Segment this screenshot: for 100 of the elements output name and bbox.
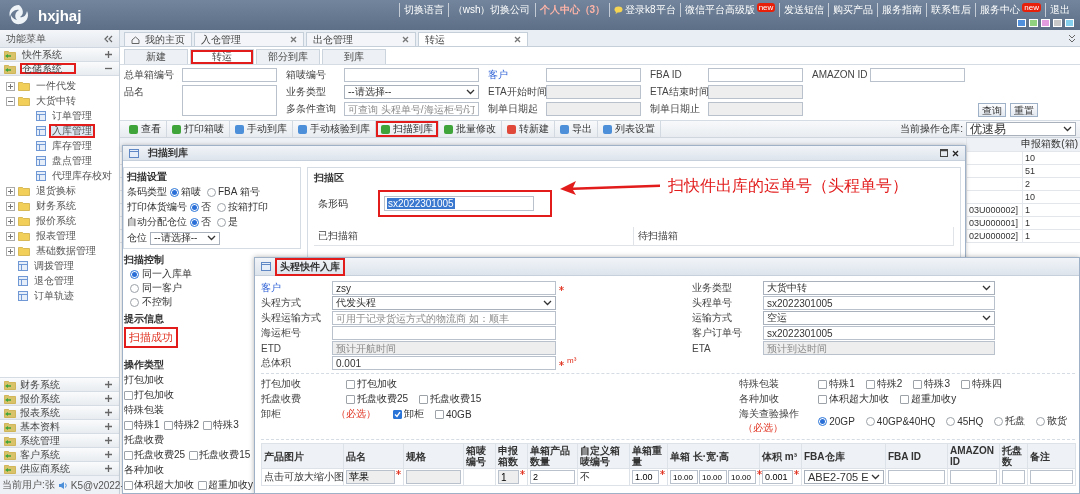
header-link[interactable]: 联系售后: [926, 3, 976, 17]
tree-item[interactable]: 调拨管理: [31, 259, 77, 273]
checkbox[interactable]: [435, 409, 444, 419]
text-area[interactable]: [182, 85, 277, 116]
sub-tab[interactable]: 新建: [124, 49, 188, 64]
header-link[interactable]: 微信平台高级版 new: [679, 3, 780, 17]
text-field[interactable]: [546, 68, 641, 82]
plus-icon[interactable]: [104, 422, 113, 431]
toolbar-button[interactable]: 导出: [555, 121, 598, 137]
toolbar-button[interactable]: 手动到库: [230, 121, 293, 137]
text-field[interactable]: 0.001: [762, 470, 793, 484]
text-field[interactable]: sx2022301005: [763, 296, 995, 310]
skin-swatch[interactable]: [1029, 19, 1038, 27]
radio-button[interactable]: [217, 202, 226, 212]
page-tab[interactable]: 我的主页: [124, 32, 192, 46]
skin-swatch[interactable]: [1017, 19, 1026, 27]
text-field[interactable]: 2: [530, 470, 575, 484]
date-field[interactable]: [546, 102, 641, 116]
tree-item[interactable]: 一件代发: [33, 79, 79, 93]
select-field[interactable]: 大货中转: [763, 281, 995, 295]
menu-section[interactable]: 供应商系统: [0, 462, 119, 476]
radio-button[interactable]: [207, 187, 216, 197]
skin-swatch[interactable]: [1041, 19, 1050, 27]
page-tab[interactable]: 转运: [418, 32, 528, 46]
sub-tab[interactable]: 到库: [322, 49, 386, 64]
plus-icon[interactable]: [104, 450, 113, 459]
tree-item[interactable]: 基础数据管理: [33, 244, 99, 258]
select-field[interactable]: --请选择--: [150, 231, 220, 245]
expand-icon[interactable]: [6, 231, 15, 241]
plus-icon[interactable]: [104, 436, 113, 445]
text-field[interactable]: 10.00: [670, 470, 698, 484]
checkbox[interactable]: [393, 409, 402, 419]
text-field[interactable]: 10.00: [728, 470, 756, 484]
radio-button[interactable]: [130, 283, 139, 293]
filter-button[interactable]: 重置: [1010, 103, 1038, 117]
date-field[interactable]: [546, 85, 641, 99]
collapse-icon[interactable]: [6, 96, 15, 106]
tree-item[interactable]: 订单管理: [49, 109, 95, 123]
menu-section[interactable]: 报价系统: [0, 392, 119, 406]
header-link[interactable]: 切换语言: [398, 3, 448, 17]
readonly-field[interactable]: 苹果: [346, 470, 395, 484]
select-field[interactable]: 空运: [763, 311, 995, 325]
menu-section[interactable]: 快件系统: [0, 48, 119, 62]
text-field[interactable]: 1.00: [632, 470, 659, 484]
plus-icon[interactable]: [104, 408, 113, 417]
header-link[interactable]: 发送短信: [779, 3, 829, 17]
collapse-sidebar-icon[interactable]: [104, 34, 113, 43]
checkbox[interactable]: [346, 379, 355, 389]
page-tab[interactable]: 出仓管理: [306, 32, 416, 46]
radio-button[interactable]: [865, 416, 875, 426]
menu-section[interactable]: 系统管理: [0, 434, 119, 448]
toolbar-button[interactable]: 转新建: [502, 121, 555, 137]
plus-icon[interactable]: [104, 394, 113, 403]
tree-item[interactable]: 盘点管理: [49, 154, 95, 168]
text-field[interactable]: [344, 68, 479, 82]
tree-item[interactable]: 订单轨迹: [31, 289, 77, 303]
radio-button[interactable]: [170, 187, 179, 197]
header-link[interactable]: （wsh）切换公司: [447, 3, 535, 17]
menu-section[interactable]: 财务系统: [0, 378, 119, 392]
toolbar-button[interactable]: 扫描到库: [376, 121, 439, 137]
header-link[interactable]: 退出: [1045, 3, 1074, 17]
date-field[interactable]: [708, 85, 803, 99]
plus-icon[interactable]: [104, 380, 113, 389]
checkbox[interactable]: [818, 394, 828, 404]
checkbox[interactable]: [124, 450, 133, 460]
tree-item[interactable]: 大货中转: [33, 94, 79, 108]
date-field[interactable]: 预计开航时间: [332, 341, 556, 355]
header-link[interactable]: 服务指南: [877, 3, 927, 17]
checkbox[interactable]: [203, 420, 213, 430]
date-field[interactable]: 预计到达时间: [763, 341, 995, 355]
checkbox[interactable]: [163, 420, 173, 430]
skin-swatch[interactable]: [1065, 19, 1074, 27]
close-icon[interactable]: [952, 149, 959, 157]
checkbox[interactable]: [900, 394, 910, 404]
menu-section[interactable]: 基本资料: [0, 420, 119, 434]
header-link[interactable]: 服务中心 new: [975, 3, 1045, 17]
date-field[interactable]: [708, 102, 803, 116]
text-field[interactable]: [708, 68, 803, 82]
header-link[interactable]: 登录k8平台: [609, 3, 680, 17]
text-field[interactable]: sx2022301005: [763, 326, 995, 340]
menu-section[interactable]: 仓储系统: [0, 62, 119, 76]
checkbox[interactable]: [960, 379, 970, 389]
warehouse-select[interactable]: 优速易: [966, 122, 1076, 136]
text-field[interactable]: 0.001: [332, 356, 556, 370]
expand-tabs-icon[interactable]: [1068, 33, 1076, 43]
radio-button[interactable]: [130, 269, 139, 279]
tree-item[interactable]: 报表管理: [33, 229, 79, 243]
radio-button[interactable]: [190, 202, 199, 212]
expand-icon[interactable]: [6, 246, 15, 256]
toolbar-button[interactable]: 列表设置: [598, 121, 661, 137]
page-tab[interactable]: 入仓管理: [194, 32, 304, 46]
sub-tab[interactable]: 部分到库: [256, 49, 320, 64]
checkbox[interactable]: [124, 390, 133, 400]
expand-icon[interactable]: [6, 201, 15, 211]
tree-item[interactable]: 库存管理: [49, 139, 95, 153]
text-field[interactable]: [332, 326, 556, 340]
checkbox[interactable]: [124, 420, 133, 430]
plus-icon[interactable]: [104, 50, 113, 59]
checkbox[interactable]: [124, 480, 133, 490]
header-link[interactable]: 购买产品: [828, 3, 878, 17]
